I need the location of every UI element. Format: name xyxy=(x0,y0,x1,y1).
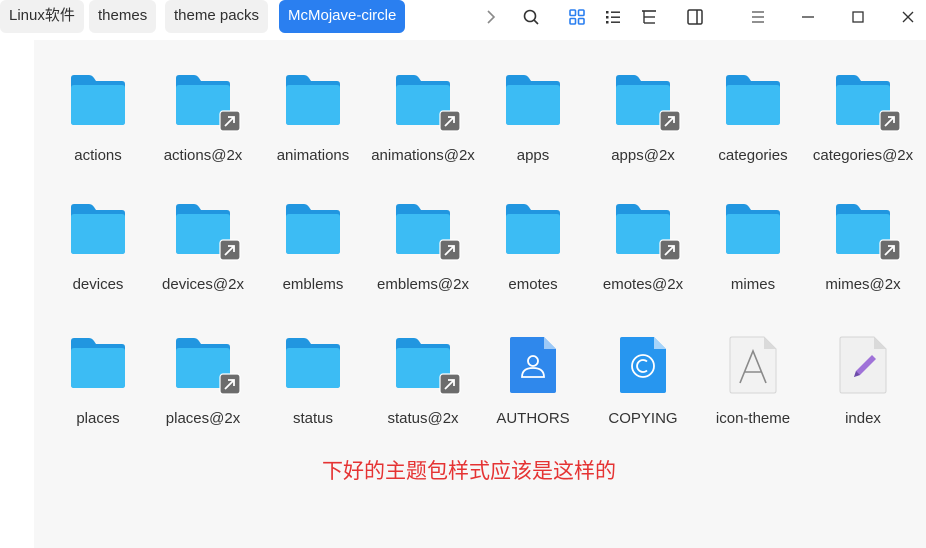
breadcrumb-linux-software[interactable]: Linux软件 xyxy=(0,0,84,33)
file-item-label: apps@2x xyxy=(611,147,675,164)
list-view-icon[interactable] xyxy=(602,6,624,28)
file-item[interactable]: actions xyxy=(43,72,153,167)
file-item-label: categories xyxy=(718,147,788,164)
folder-icon xyxy=(478,72,588,140)
contact-file-icon xyxy=(478,335,588,403)
search-icon[interactable] xyxy=(520,6,542,28)
file-item[interactable]: emotes xyxy=(478,201,588,296)
file-item-label: index xyxy=(845,410,881,427)
file-item[interactable]: icon-theme xyxy=(698,335,808,430)
file-item[interactable]: apps xyxy=(478,72,588,167)
folder-link-icon xyxy=(148,335,258,403)
folder-link-icon xyxy=(368,72,478,140)
file-item-label: AUTHORS xyxy=(496,410,570,427)
file-item[interactable]: index xyxy=(808,335,918,430)
file-item-label: COPYING xyxy=(608,410,678,427)
sidebar xyxy=(0,34,34,548)
file-item[interactable]: animations@2x xyxy=(368,72,478,167)
folder-link-icon xyxy=(588,72,698,140)
folder-link-icon xyxy=(368,335,478,403)
file-item-label: emblems xyxy=(282,276,344,293)
file-item[interactable]: emblems@2x xyxy=(368,201,478,296)
folder-link-icon xyxy=(148,72,258,140)
file-item[interactable]: categories xyxy=(698,72,808,167)
file-item[interactable]: categories@2x xyxy=(808,72,918,167)
file-item[interactable]: devices@2x xyxy=(148,201,258,296)
breadcrumb-themes[interactable]: themes xyxy=(89,0,157,33)
folder-link-icon xyxy=(808,72,918,140)
folder-icon xyxy=(698,72,808,140)
file-item-label: categories@2x xyxy=(812,147,914,164)
font-file-icon xyxy=(698,335,808,403)
title-bar: Linux软件 themes theme packs McMojave-circ… xyxy=(0,0,926,34)
file-item[interactable]: places@2x xyxy=(148,335,258,430)
folder-icon xyxy=(43,201,153,269)
file-item[interactable]: actions@2x xyxy=(148,72,258,167)
file-item-label: places xyxy=(76,410,120,427)
folder-icon xyxy=(478,201,588,269)
file-item-label: mimes xyxy=(730,276,776,293)
folder-link-icon xyxy=(588,201,698,269)
tree-view-icon[interactable] xyxy=(638,6,660,28)
file-item-label: places@2x xyxy=(165,410,241,427)
file-item[interactable]: status@2x xyxy=(368,335,478,430)
close-icon[interactable] xyxy=(897,6,919,28)
minimize-icon[interactable] xyxy=(797,6,819,28)
file-item-label: actions xyxy=(74,147,122,164)
folder-icon xyxy=(43,72,153,140)
annotation-note: 下好的主题包样式应该是这样的 xyxy=(322,459,616,483)
folder-icon xyxy=(258,72,368,140)
file-item-label: emotes xyxy=(508,276,558,293)
file-item[interactable]: mimes xyxy=(698,201,808,296)
file-item[interactable]: apps@2x xyxy=(588,72,698,167)
file-item-label: icon-theme xyxy=(715,410,791,427)
breadcrumb-mcmojave-circle[interactable]: McMojave-circle xyxy=(279,0,406,33)
file-item[interactable]: devices xyxy=(43,201,153,296)
sidebar-toggle-icon[interactable] xyxy=(684,6,706,28)
icon-view-icon[interactable] xyxy=(566,6,588,28)
file-item-label: emotes@2x xyxy=(602,276,684,293)
file-item-label: apps xyxy=(516,147,550,164)
file-item-label: actions@2x xyxy=(163,147,243,164)
file-item[interactable]: emotes@2x xyxy=(588,201,698,296)
menu-icon[interactable] xyxy=(747,6,769,28)
copyright-file-icon xyxy=(588,335,698,403)
file-item[interactable]: animations xyxy=(258,72,368,167)
file-item[interactable]: places xyxy=(43,335,153,430)
file-item[interactable]: COPYING xyxy=(588,335,698,430)
file-item[interactable]: emblems xyxy=(258,201,368,296)
file-item-label: animations xyxy=(276,147,350,164)
folder-link-icon xyxy=(148,201,258,269)
maximize-icon[interactable] xyxy=(847,6,869,28)
file-item-label: status@2x xyxy=(387,410,459,427)
file-item-label: devices xyxy=(72,276,124,293)
folder-link-icon xyxy=(368,201,478,269)
file-item[interactable]: status xyxy=(258,335,368,430)
folder-icon xyxy=(258,335,368,403)
file-item-label: devices@2x xyxy=(162,276,244,293)
text-file-icon xyxy=(808,335,918,403)
file-item[interactable]: AUTHORS xyxy=(478,335,588,430)
folder-icon xyxy=(43,335,153,403)
breadcrumb-theme-packs[interactable]: theme packs xyxy=(165,0,269,33)
folder-icon xyxy=(698,201,808,269)
chevron-right-icon[interactable] xyxy=(480,6,502,28)
file-item-label: status xyxy=(292,410,334,427)
file-item-label: emblems@2x xyxy=(377,276,469,293)
folder-link-icon xyxy=(808,201,918,269)
file-item[interactable]: mimes@2x xyxy=(808,201,918,296)
file-item-label: animations@2x xyxy=(371,147,475,164)
file-item-label: mimes@2x xyxy=(825,276,901,293)
folder-icon xyxy=(258,201,368,269)
